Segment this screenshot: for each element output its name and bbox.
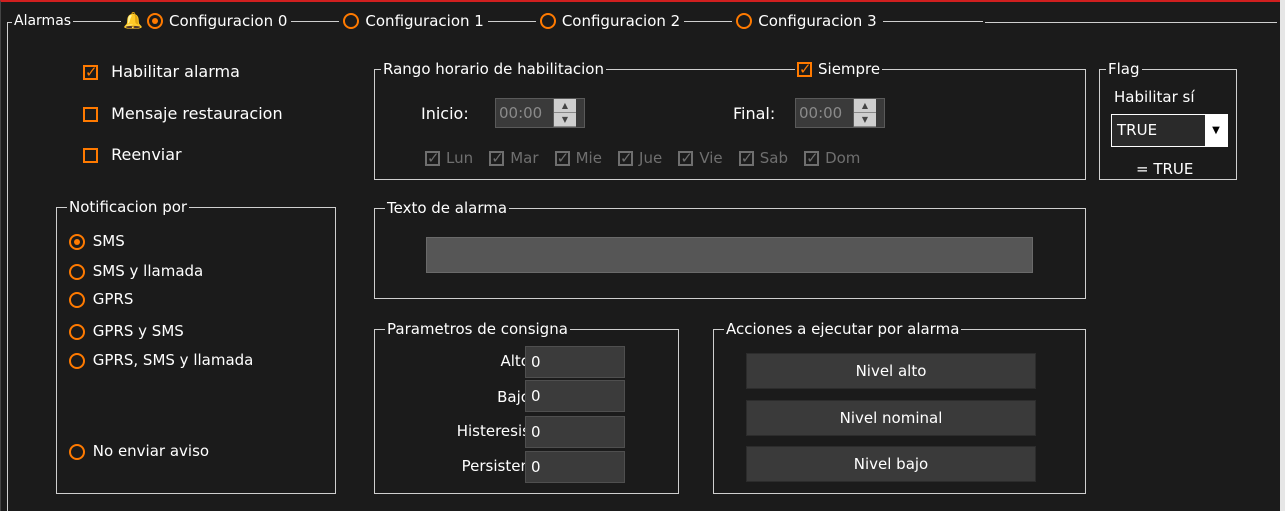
- day-vie[interactable]: Vie: [678, 149, 723, 167]
- notif-no-enviar[interactable]: No enviar aviso: [69, 441, 209, 461]
- habilitar-alarma-label: Habilitar alarma: [111, 62, 240, 81]
- alarmas-header: Alarmas 🔔 Configuracion 0 Configuracion …: [12, 11, 985, 31]
- mensaje-restauracion-option[interactable]: Mensaje restauracion: [83, 104, 283, 124]
- notif-radio[interactable]: [69, 352, 85, 369]
- final-time-spinner[interactable]: 00:00 ▲ ▼: [795, 98, 885, 128]
- notificacion-title: Notificacion por: [69, 198, 188, 216]
- rango-horario-title: Rango horario de habilitacion: [383, 60, 604, 78]
- nivel-nominal-button[interactable]: Nivel nominal: [746, 400, 1036, 436]
- texto-alarma-input[interactable]: [426, 237, 1033, 273]
- habilitar-alarma-option[interactable]: Habilitar alarma: [83, 62, 240, 82]
- day-checkbox[interactable]: [804, 149, 820, 167]
- day-jue[interactable]: Jue: [618, 149, 662, 167]
- config-2-label[interactable]: Configuracion 2: [562, 11, 680, 31]
- alarmas-label: Alarmas: [14, 13, 72, 29]
- notif-radio[interactable]: [69, 291, 85, 308]
- siempre-option[interactable]: Siempre: [795, 59, 883, 79]
- day-lun[interactable]: Lun: [425, 149, 473, 167]
- day-checkbox[interactable]: [738, 149, 754, 167]
- final-time-value: 00:00: [799, 104, 843, 122]
- notif-radio[interactable]: [69, 323, 85, 340]
- day-dom[interactable]: Dom: [804, 149, 860, 167]
- spin-up-icon[interactable]: ▲: [554, 99, 576, 113]
- notif-gprs[interactable]: GPRS: [69, 289, 133, 309]
- weekday-checkboxes: Lun Mar Mie Jue Vie Sab Dom: [425, 149, 871, 170]
- notificacion-group: Notificacion por SMS SMS y llamada GPRS …: [56, 197, 336, 494]
- notif-radio[interactable]: [69, 233, 85, 250]
- bell-icon: 🔔: [123, 11, 143, 30]
- flag-group: Flag Habilitar sí TRUE ▼ = TRUE: [1099, 59, 1237, 180]
- reenviar-label: Reenviar: [111, 145, 182, 164]
- acciones-group: Acciones a ejecutar por alarma Nivel alt…: [713, 319, 1086, 494]
- rango-horario-group: Rango horario de habilitacion Siempre In…: [374, 59, 1086, 180]
- day-checkbox[interactable]: [554, 149, 570, 167]
- nivel-alto-button[interactable]: Nivel alto: [746, 353, 1036, 389]
- config-3-radio[interactable]: [736, 13, 753, 29]
- config-2-radio[interactable]: [539, 13, 556, 29]
- texto-alarma-group: Texto de alarma: [374, 198, 1086, 299]
- mensaje-restauracion-label: Mensaje restauracion: [111, 104, 283, 123]
- parametros-title: Parametros de consigna: [387, 320, 568, 338]
- spin-down-icon[interactable]: ▼: [854, 113, 876, 127]
- final-label: Final:: [733, 104, 776, 123]
- config-0-radio[interactable]: [147, 13, 163, 29]
- bajo-input[interactable]: 0: [525, 380, 625, 412]
- spin-down-icon[interactable]: ▼: [554, 113, 576, 127]
- reenviar-option[interactable]: Reenviar: [83, 145, 182, 165]
- siempre-label: Siempre: [818, 60, 881, 78]
- inicio-label: Inicio:: [421, 104, 469, 123]
- inicio-time-spinner[interactable]: 00:00 ▲ ▼: [495, 98, 585, 128]
- day-checkbox[interactable]: [618, 149, 634, 167]
- alto-input[interactable]: 0: [525, 346, 625, 378]
- habilitar-si-label: Habilitar sí: [1114, 88, 1195, 106]
- day-checkbox[interactable]: [489, 149, 505, 167]
- day-checkbox[interactable]: [678, 149, 694, 167]
- nivel-bajo-button[interactable]: Nivel bajo: [746, 446, 1036, 482]
- spin-up-icon[interactable]: ▲: [854, 99, 876, 113]
- histeresis-input[interactable]: 0: [525, 416, 625, 448]
- texto-alarma-title: Texto de alarma: [387, 199, 508, 217]
- inicio-time-value: 00:00: [499, 104, 543, 122]
- histeresis-label: Histeresis:: [456, 422, 535, 440]
- flag-select[interactable]: TRUE ▼: [1111, 114, 1228, 147]
- persisten-input[interactable]: 0: [525, 451, 625, 483]
- config-1-label[interactable]: Configuracion 1: [365, 11, 483, 31]
- notif-gprs-sms-llamada[interactable]: GPRS, SMS y llamada: [69, 350, 253, 370]
- reenviar-checkbox[interactable]: [83, 148, 98, 163]
- day-checkbox[interactable]: [425, 149, 440, 167]
- habilitar-alarma-checkbox[interactable]: [83, 63, 98, 81]
- config-0-label[interactable]: Configuracion 0: [169, 11, 287, 31]
- flag-result: = TRUE: [1136, 160, 1194, 178]
- day-mar[interactable]: Mar: [489, 149, 539, 167]
- day-mie[interactable]: Mie: [554, 149, 602, 167]
- persisten-label: Persisten:: [461, 457, 535, 475]
- notif-sms-llamada[interactable]: SMS y llamada: [69, 261, 203, 281]
- notif-radio[interactable]: [69, 263, 85, 280]
- notif-radio[interactable]: [69, 443, 85, 460]
- alarm-config-panel: Alarmas 🔔 Configuracion 0 Configuracion …: [0, 0, 1280, 511]
- day-sab[interactable]: Sab: [738, 149, 788, 167]
- config-3-label[interactable]: Configuracion 3: [758, 11, 876, 31]
- notif-sms[interactable]: SMS: [69, 231, 125, 251]
- flag-title: Flag: [1108, 60, 1140, 78]
- mensaje-restauracion-checkbox[interactable]: [83, 107, 98, 122]
- dropdown-arrow-icon[interactable]: ▼: [1205, 115, 1227, 146]
- siempre-checkbox[interactable]: [797, 60, 812, 78]
- flag-select-value: TRUE: [1117, 121, 1158, 139]
- acciones-title: Acciones a ejecutar por alarma: [726, 320, 960, 338]
- notif-gprs-sms[interactable]: GPRS y SMS: [69, 321, 184, 341]
- config-1-radio[interactable]: [343, 13, 360, 29]
- parametros-group: Parametros de consigna Alto: 0 Bajo: 0 H…: [374, 319, 679, 494]
